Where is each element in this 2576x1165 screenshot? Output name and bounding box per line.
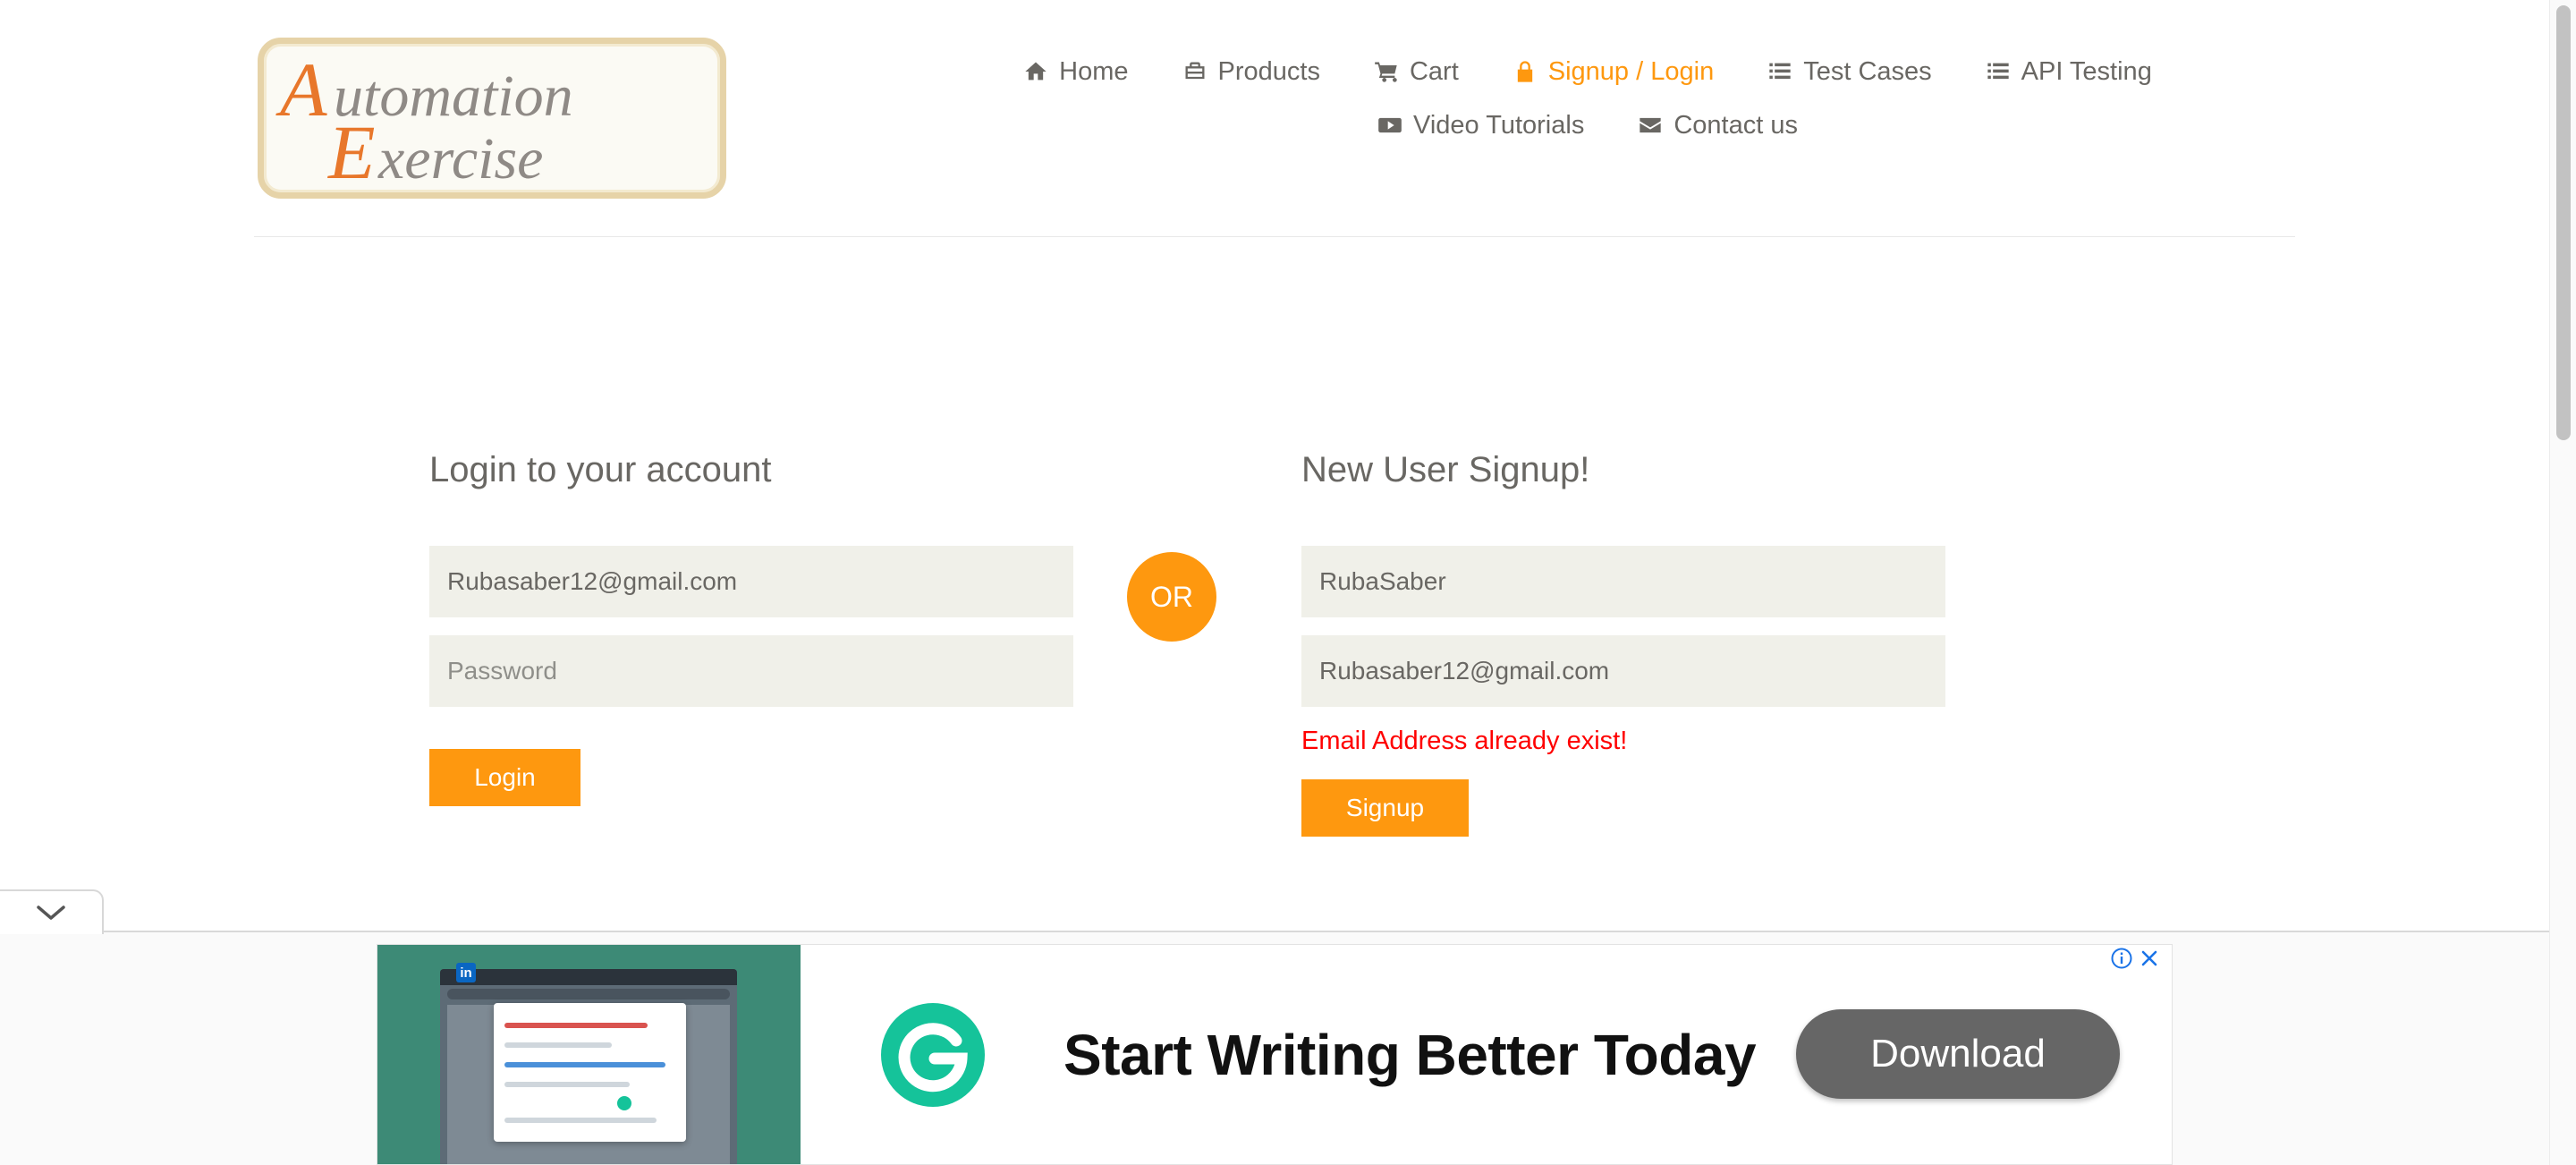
youtube-play-icon: [1378, 117, 1402, 133]
signup-form-title: New User Signup!: [1301, 450, 1590, 489]
page-scrollbar[interactable]: [2549, 0, 2576, 1165]
login-password-field[interactable]: [429, 635, 1073, 707]
nav-row-2: Video Tutorials Contact us: [966, 104, 2209, 147]
header-divider: [254, 236, 2295, 237]
briefcase-icon: [1185, 62, 1205, 80]
nav-item-video-tutorials[interactable]: Video Tutorials: [1377, 111, 1584, 140]
ad-screenshot-line: [504, 1023, 648, 1028]
ad-collapse-tab[interactable]: [0, 889, 104, 934]
nav-item-signup-login[interactable]: Signup / Login: [1513, 57, 1714, 87]
ad-headline: Start Writing Better Today: [1063, 1023, 1757, 1087]
login-email-field[interactable]: [429, 546, 1073, 617]
ad-screenshot-urlbar: [447, 989, 730, 999]
home-icon: [1025, 62, 1046, 81]
ad-banner[interactable]: in Start Writing Better Today Download: [377, 944, 2173, 1165]
cart-icon: [1375, 62, 1397, 82]
site-logo[interactable]: A utomation E xercise: [258, 38, 726, 199]
nav-row-1: Home Products Cart Signup / Login Test C…: [966, 50, 2209, 93]
logo-text-line2: xercise: [377, 126, 543, 191]
nav-item-label: Products: [1217, 56, 1320, 86]
login-button[interactable]: Login: [429, 749, 580, 806]
lock-icon: [1517, 61, 1532, 82]
nav-item-label: Home: [1059, 56, 1129, 86]
signup-email-field[interactable]: [1301, 635, 1945, 707]
envelope-icon: [1640, 117, 1661, 133]
login-form-title: Login to your account: [429, 450, 772, 489]
nav-item-label: Cart: [1409, 56, 1459, 86]
ad-download-button[interactable]: Download: [1796, 1009, 2120, 1099]
ad-screenshot-line: [504, 1062, 665, 1067]
signup-button[interactable]: Signup: [1301, 779, 1469, 837]
list-icon: [1769, 63, 1791, 80]
logo-initial-e: E: [326, 109, 376, 192]
nav-item-products[interactable]: Products: [1182, 57, 1320, 87]
grammarly-logo-icon: [881, 1003, 985, 1107]
automation-exercise-logo: A utomation E xercise: [275, 47, 573, 192]
nav-item-label: API Testing: [2021, 56, 2152, 86]
ad-screenshot-line: [504, 1082, 630, 1087]
nav-item-label: Signup / Login: [1547, 56, 1715, 86]
nav-item-api-testing[interactable]: API Testing: [1986, 57, 2152, 87]
logo-initial-a: A: [275, 47, 327, 132]
nav-item-label: Video Tutorials: [1413, 110, 1585, 140]
main-nav: Home Products Cart Signup / Login Test C…: [966, 50, 2209, 147]
ad-screenshot-card: [494, 1003, 686, 1142]
nav-item-label: Contact us: [1674, 110, 1798, 140]
linkedin-icon: in: [456, 963, 476, 982]
signup-error-message: Email Address already exist!: [1301, 727, 1628, 755]
ad-screenshot-line: [504, 1118, 657, 1123]
chevron-down-icon: [37, 906, 65, 920]
or-divider-badge: OR: [1127, 552, 1216, 642]
ad-info-icon[interactable]: [2110, 947, 2133, 970]
list-icon: [1987, 63, 2009, 80]
nav-item-label: Test Cases: [1803, 56, 1932, 86]
ad-screenshot-line: [504, 1042, 612, 1048]
grammarly-mini-icon: [615, 1094, 633, 1112]
ad-screenshot-tabbar: [440, 969, 737, 985]
ad-browser-screenshot: [440, 969, 737, 1164]
nav-item-contact-us[interactable]: Contact us: [1638, 111, 1798, 140]
nav-item-home[interactable]: Home: [1023, 56, 1129, 87]
signup-name-field[interactable]: [1301, 546, 1945, 617]
ad-close-icon[interactable]: [2138, 947, 2161, 970]
nav-item-cart[interactable]: Cart: [1374, 57, 1459, 87]
ad-thumbnail-image: in: [377, 945, 801, 1164]
nav-item-test-cases[interactable]: Test Cases: [1767, 56, 1932, 87]
scrollbar-thumb[interactable]: [2556, 5, 2571, 440]
